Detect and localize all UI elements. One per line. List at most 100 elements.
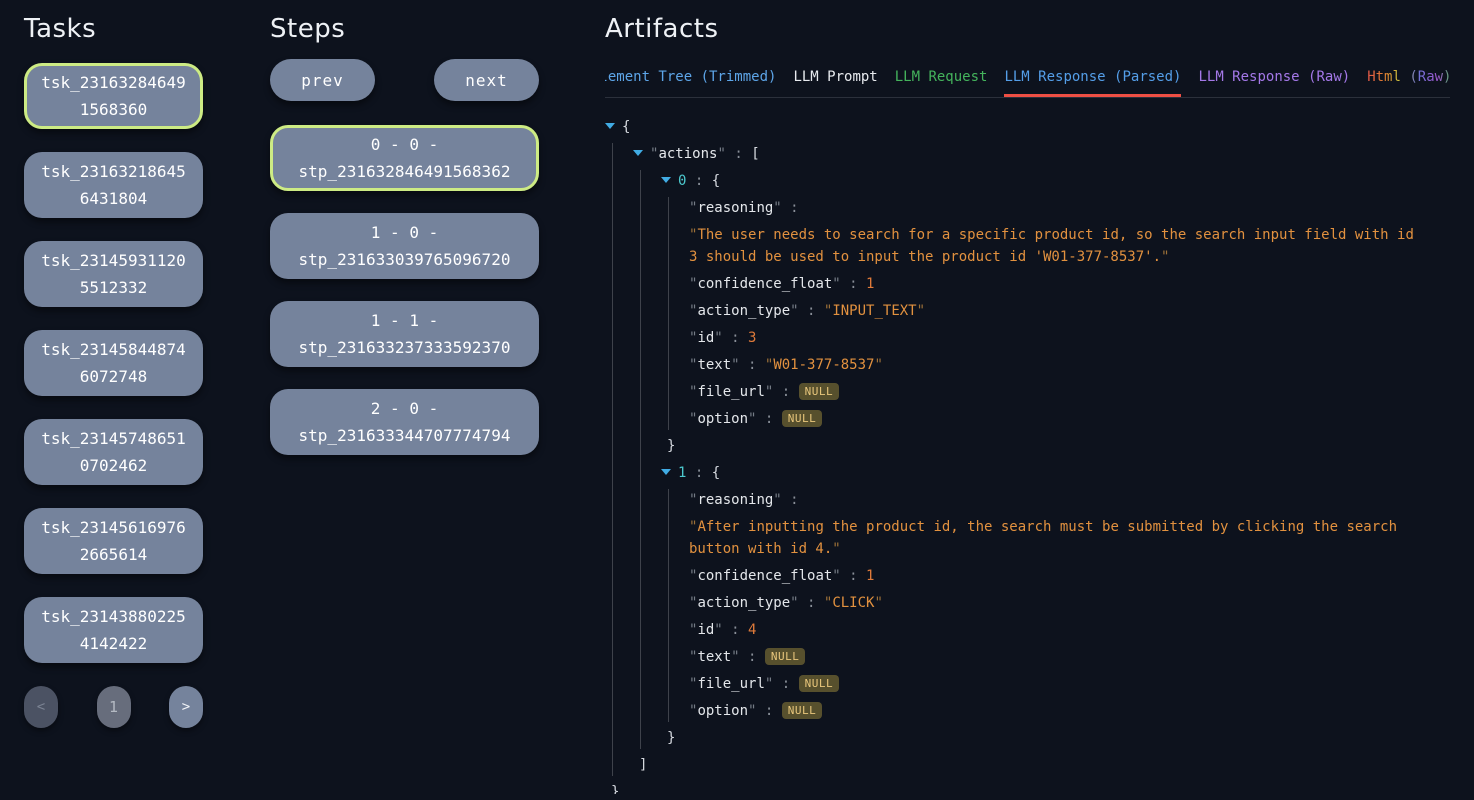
artifact-tab[interactable]: Element Tree (Trimmed) bbox=[605, 63, 776, 97]
json-block: "reasoning" : "After inputting the produ… bbox=[668, 489, 1450, 722]
json-row: "text" : NULL bbox=[689, 646, 1450, 668]
json-token: reasoning bbox=[697, 492, 773, 508]
json-token: 4 bbox=[748, 622, 756, 638]
artifact-tab[interactable]: Html (Raw) bbox=[1367, 63, 1450, 97]
json-token: : bbox=[726, 146, 751, 162]
json-token: reasoning bbox=[697, 200, 773, 216]
task-item[interactable]: tsk_231457486510702462 bbox=[24, 419, 203, 485]
json-token: { bbox=[712, 173, 720, 189]
step-item[interactable]: 1 - 1 - stp_231633237333592370 bbox=[270, 301, 539, 367]
steps-panel: Steps prev next 0 - 0 - stp_231632846491… bbox=[270, 14, 539, 477]
artifact-tab[interactable]: LLM Request bbox=[895, 63, 988, 97]
json-token: 1 bbox=[866, 276, 874, 292]
json-row: "option" : NULL bbox=[689, 700, 1450, 722]
task-item[interactable]: tsk_231632186456431804 bbox=[24, 152, 203, 218]
json-token: } bbox=[611, 784, 619, 794]
json-row: "text" : "W01-377-8537" bbox=[689, 354, 1450, 376]
json-token: After inputting the product id, the sear… bbox=[689, 519, 1397, 557]
json-token: action_type bbox=[697, 595, 790, 611]
task-item[interactable]: tsk_231632846491568360 bbox=[24, 63, 203, 129]
json-row: "reasoning" : bbox=[689, 197, 1450, 219]
json-token: : bbox=[841, 568, 866, 584]
json-row: "confidence_float" : 1 bbox=[689, 565, 1450, 587]
json-token: : bbox=[799, 303, 824, 319]
collapse-arrow-icon[interactable] bbox=[661, 469, 671, 475]
collapse-arrow-icon[interactable] bbox=[605, 123, 615, 129]
step-list: 0 - 0 - stp_231632846491568362 1 - 0 - st… bbox=[270, 125, 539, 455]
json-token: confidence_float bbox=[697, 568, 832, 584]
json-token: : bbox=[686, 465, 711, 481]
json-token: : bbox=[773, 676, 798, 692]
collapse-arrow-icon[interactable] bbox=[661, 177, 671, 183]
json-token: text bbox=[697, 357, 731, 373]
json-token: ] bbox=[639, 757, 647, 773]
json-token: { bbox=[622, 119, 630, 135]
json-row: } bbox=[661, 727, 1450, 749]
json-token: actions bbox=[658, 146, 717, 162]
steps-prev-button[interactable]: prev bbox=[270, 59, 375, 101]
json-token: " bbox=[874, 595, 882, 611]
json-row: } bbox=[605, 781, 1450, 794]
artifact-tab[interactable]: LLM Response (Parsed) bbox=[1004, 63, 1181, 97]
json-row: "id" : 4 bbox=[689, 619, 1450, 641]
tasks-page-number-button[interactable]: 1 bbox=[97, 686, 131, 728]
json-token: INPUT_TEXT bbox=[832, 303, 916, 319]
json-token: 3 bbox=[748, 330, 756, 346]
step-item[interactable]: 1 - 0 - stp_231633039765096720 bbox=[270, 213, 539, 279]
json-row: ] bbox=[633, 754, 1450, 776]
json-row: { bbox=[605, 116, 1450, 138]
json-token: option bbox=[697, 411, 748, 427]
json-row: "confidence_float" : 1 bbox=[689, 273, 1450, 295]
json-row: 0 : { bbox=[661, 170, 1450, 192]
json-token: } bbox=[667, 438, 675, 454]
artifact-tab[interactable]: LLM Prompt bbox=[793, 63, 877, 97]
tasks-pagination: < 1 > bbox=[24, 686, 203, 728]
json-token: option bbox=[697, 703, 748, 719]
null-badge: NULL bbox=[782, 702, 823, 719]
json-token: : bbox=[740, 649, 765, 665]
json-token: " bbox=[731, 357, 739, 373]
json-token: " bbox=[717, 146, 725, 162]
tasks-page-prev-button[interactable]: < bbox=[24, 686, 58, 728]
artifacts-title: Artifacts bbox=[605, 14, 1450, 44]
json-token: : bbox=[756, 411, 781, 427]
json-token: [ bbox=[751, 146, 759, 162]
json-token: : bbox=[740, 357, 765, 373]
json-row: "action_type" : "INPUT_TEXT" bbox=[689, 300, 1450, 322]
task-list: tsk_231632846491568360 tsk_23163218645643… bbox=[24, 63, 203, 663]
json-block: "actions" : [0 : {"reasoning" : "The use… bbox=[612, 143, 1450, 776]
json-viewer: {"actions" : [0 : {"reasoning" : "The us… bbox=[605, 116, 1450, 794]
step-item[interactable]: 0 - 0 - stp_231632846491568362 bbox=[270, 125, 539, 191]
artifact-tab[interactable]: LLM Response (Raw) bbox=[1198, 63, 1350, 97]
task-item[interactable]: tsk_231459311205512332 bbox=[24, 241, 203, 307]
json-token: " bbox=[832, 541, 840, 557]
json-token: " bbox=[714, 330, 722, 346]
json-token: CLICK bbox=[832, 595, 874, 611]
json-row: "The user needs to search for a specific… bbox=[689, 224, 1450, 268]
json-token: : bbox=[782, 200, 799, 216]
artifacts-panel: Artifacts Element Tree (Trimmed) LLM Prom… bbox=[605, 14, 1450, 794]
task-item[interactable]: tsk_231438802254142422 bbox=[24, 597, 203, 663]
tasks-page-next-button[interactable]: > bbox=[169, 686, 203, 728]
step-item[interactable]: 2 - 0 - stp_231633344707774794 bbox=[270, 389, 539, 455]
json-token: " bbox=[832, 276, 840, 292]
null-badge: NULL bbox=[765, 648, 806, 665]
json-token: : bbox=[799, 595, 824, 611]
json-token: 1 bbox=[866, 568, 874, 584]
json-row: } bbox=[661, 435, 1450, 457]
tasks-title: Tasks bbox=[24, 14, 203, 44]
json-token: " bbox=[917, 303, 925, 319]
json-token: id bbox=[697, 330, 714, 346]
json-token: The user needs to search for a specific … bbox=[689, 227, 1414, 265]
json-row: "actions" : [ bbox=[633, 143, 1450, 165]
json-token: id bbox=[697, 622, 714, 638]
task-item[interactable]: tsk_231458448746072748 bbox=[24, 330, 203, 396]
json-token: " bbox=[714, 622, 722, 638]
steps-next-button[interactable]: next bbox=[434, 59, 539, 101]
json-token: : bbox=[723, 622, 748, 638]
json-token: " bbox=[790, 303, 798, 319]
task-item[interactable]: tsk_231456169762665614 bbox=[24, 508, 203, 574]
collapse-arrow-icon[interactable] bbox=[633, 150, 643, 156]
json-token: " bbox=[773, 492, 781, 508]
json-row: "file_url" : NULL bbox=[689, 673, 1450, 695]
